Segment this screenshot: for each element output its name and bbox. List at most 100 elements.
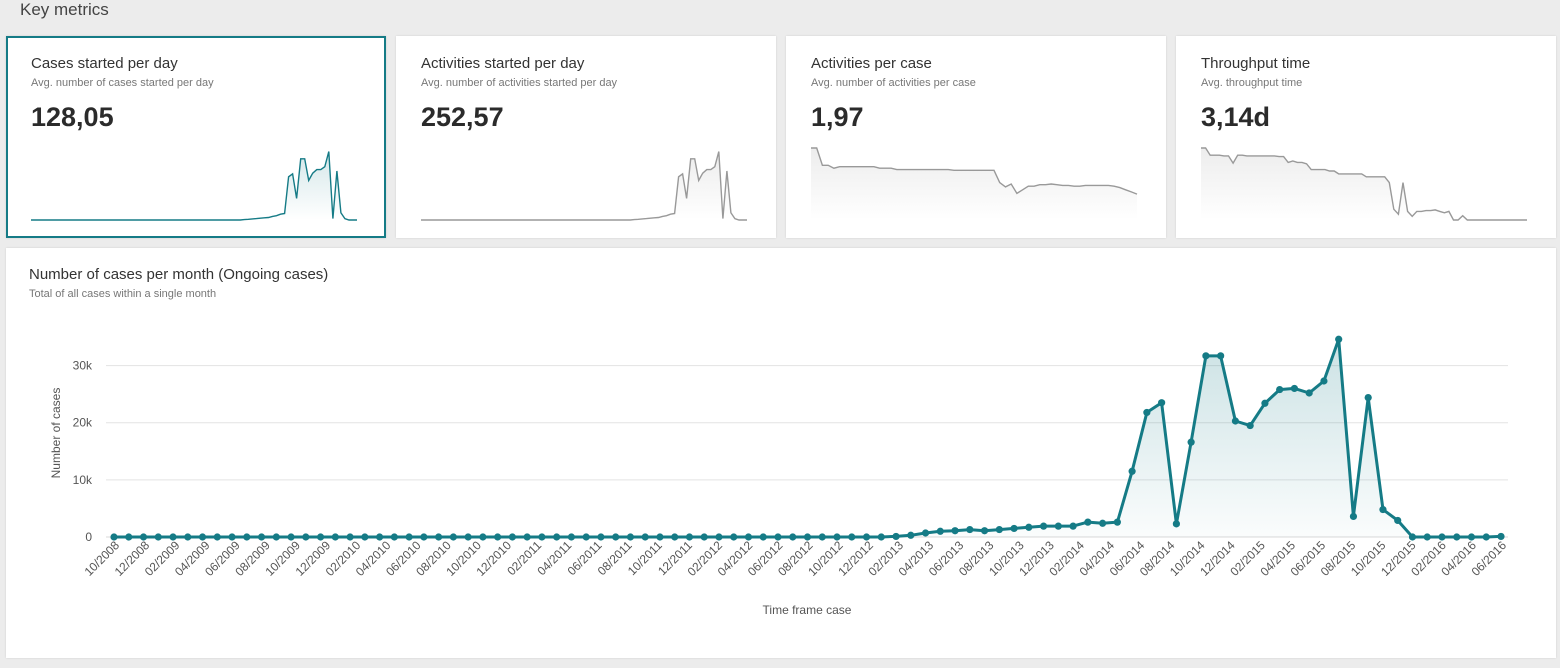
- data-point[interactable]: [1054, 522, 1062, 530]
- data-point[interactable]: [508, 533, 516, 541]
- data-point[interactable]: [1379, 505, 1387, 514]
- y-axis-title: Number of cases: [49, 388, 63, 479]
- y-tick-label: 20k: [73, 416, 93, 430]
- data-point[interactable]: [390, 533, 398, 541]
- data-point[interactable]: [641, 533, 649, 541]
- data-point[interactable]: [553, 533, 561, 541]
- data-point[interactable]: [523, 533, 531, 541]
- data-point[interactable]: [1143, 408, 1151, 417]
- data-point[interactable]: [818, 533, 826, 541]
- sparkline-area: [31, 151, 357, 220]
- data-point[interactable]: [730, 533, 738, 541]
- data-point[interactable]: [538, 533, 546, 541]
- data-point[interactable]: [921, 529, 930, 537]
- data-point[interactable]: [184, 533, 192, 541]
- data-point[interactable]: [213, 533, 221, 541]
- metric-card-title: Throughput time: [1201, 55, 1311, 72]
- data-point[interactable]: [907, 531, 915, 539]
- data-point[interactable]: [331, 533, 339, 541]
- data-point[interactable]: [1453, 533, 1461, 541]
- sparkline-chart: [421, 151, 747, 221]
- metric-card-value: 252,57: [421, 102, 504, 132]
- data-point[interactable]: [1290, 384, 1299, 393]
- data-point[interactable]: [1099, 519, 1107, 527]
- data-point[interactable]: [1349, 512, 1358, 521]
- data-point[interactable]: [435, 533, 443, 541]
- data-point[interactable]: [272, 533, 280, 541]
- data-point[interactable]: [1246, 421, 1254, 430]
- metric-card-activities-started[interactable]: Activities started per day Avg. number o…: [396, 36, 776, 238]
- data-point[interactable]: [951, 527, 959, 535]
- cases-per-month-card: Number of cases per month (Ongoing cases…: [6, 248, 1556, 658]
- data-point[interactable]: [597, 533, 605, 541]
- data-point[interactable]: [1276, 385, 1284, 394]
- data-point[interactable]: [626, 533, 635, 541]
- metric-card-value: 3,14d: [1201, 102, 1271, 132]
- data-point[interactable]: [877, 533, 885, 541]
- data-point[interactable]: [848, 533, 856, 541]
- data-point[interactable]: [936, 527, 944, 535]
- data-point[interactable]: [464, 533, 472, 541]
- data-point[interactable]: [582, 533, 590, 541]
- data-point[interactable]: [685, 533, 694, 541]
- data-point[interactable]: [980, 527, 989, 535]
- data-point[interactable]: [1335, 335, 1343, 343]
- data-point[interactable]: [479, 533, 487, 541]
- data-point[interactable]: [671, 533, 679, 541]
- metric-card-cases-started[interactable]: Cases started per day Avg. number of cas…: [6, 36, 386, 238]
- metric-card-throughput-time[interactable]: Throughput time Avg. throughput time 3,1…: [1176, 36, 1556, 238]
- sparkline-chart: [1201, 147, 1527, 221]
- metric-card-value: 1,97: [811, 102, 864, 132]
- data-point[interactable]: [449, 533, 457, 541]
- cases-per-month-chart: 010k20k30k10/200812/200802/200904/200906…: [49, 335, 1509, 617]
- data-point[interactable]: [1187, 438, 1195, 446]
- data-point[interactable]: [700, 533, 708, 541]
- data-point[interactable]: [361, 533, 369, 541]
- y-tick-label: 0: [85, 530, 92, 544]
- data-point[interactable]: [1039, 522, 1048, 530]
- data-point[interactable]: [1261, 399, 1269, 407]
- sparkline-area: [421, 151, 747, 220]
- sparkline-chart: [31, 151, 357, 221]
- metric-card-title: Activities started per day: [421, 55, 585, 72]
- data-point[interactable]: [1113, 518, 1121, 526]
- section-title: Key metrics: [20, 0, 109, 19]
- data-point[interactable]: [1231, 417, 1240, 425]
- data-point[interactable]: [656, 533, 664, 541]
- data-point[interactable]: [1394, 516, 1402, 525]
- data-point[interactable]: [1069, 522, 1077, 530]
- data-point[interactable]: [1128, 467, 1136, 475]
- data-point[interactable]: [1320, 377, 1328, 385]
- data-point[interactable]: [1217, 352, 1225, 360]
- sparkline-chart: [811, 147, 1138, 220]
- x-axis-title: Time frame case: [763, 603, 852, 617]
- data-point[interactable]: [1364, 393, 1372, 402]
- metric-card-title: Activities per case: [811, 55, 932, 72]
- data-point[interactable]: [302, 533, 310, 541]
- data-point[interactable]: [125, 533, 133, 541]
- data-point[interactable]: [420, 533, 428, 541]
- data-point[interactable]: [612, 533, 620, 541]
- metric-card-activities-per-case[interactable]: Activities per case Avg. number of activ…: [786, 36, 1166, 238]
- data-point[interactable]: [1025, 523, 1033, 531]
- data-point[interactable]: [995, 525, 1003, 534]
- data-point[interactable]: [567, 533, 576, 541]
- data-point[interactable]: [243, 533, 251, 541]
- data-point[interactable]: [759, 533, 767, 541]
- y-tick-label: 30k: [73, 359, 93, 373]
- data-point[interactable]: [1010, 524, 1018, 533]
- data-point[interactable]: [1172, 520, 1180, 528]
- data-point[interactable]: [1423, 533, 1431, 541]
- data-point[interactable]: [1084, 518, 1092, 526]
- metric-card-subtitle: Avg. number of activities per case: [811, 77, 976, 89]
- sparkline-area: [1201, 148, 1527, 220]
- data-point[interactable]: [789, 533, 797, 541]
- data-point[interactable]: [966, 525, 974, 534]
- data-point[interactable]: [1158, 399, 1166, 407]
- metric-card-subtitle: Avg. number of cases started per day: [31, 77, 214, 89]
- data-point[interactable]: [1202, 352, 1210, 360]
- data-point[interactable]: [154, 533, 162, 541]
- data-point[interactable]: [494, 533, 502, 541]
- data-point[interactable]: [1482, 533, 1490, 541]
- data-point[interactable]: [1305, 389, 1313, 397]
